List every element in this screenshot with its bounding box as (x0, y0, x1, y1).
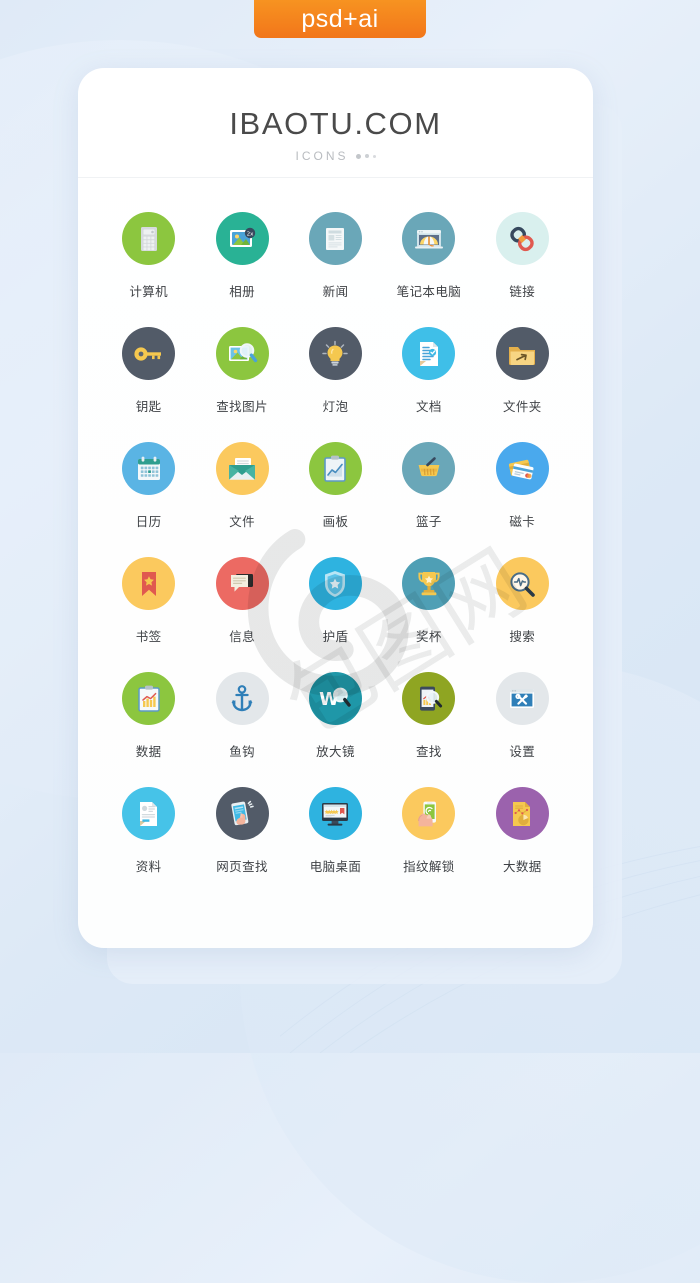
icon-item-key[interactable]: 钥匙 (102, 327, 195, 442)
icon-label: 设置 (509, 744, 536, 759)
icon-label: 鱼钩 (229, 744, 255, 759)
icon-item-document[interactable]: 文档 (382, 327, 475, 442)
icon-item-shield[interactable]: 护盾 (289, 557, 382, 672)
lightbulb-icon (308, 327, 362, 380)
page-subtitle: ICONS (78, 149, 593, 163)
icon-label: 信息 (229, 629, 255, 644)
image-search-icon (215, 327, 269, 380)
icon-label: 数据 (135, 744, 162, 759)
icon-label: 日历 (135, 514, 162, 529)
magnifier-w-icon: W (308, 672, 362, 725)
link-icon (495, 212, 549, 265)
icon-label: 指纹解锁 (403, 859, 455, 874)
icon-label: 计算机 (129, 284, 169, 299)
calendar-icon (122, 442, 176, 495)
magnetic-card-icon (495, 442, 549, 495)
icon-item-basket[interactable]: 篮子 (382, 442, 475, 557)
icon-item-profile-doc[interactable]: 资料 (102, 787, 195, 902)
news-icon (308, 212, 362, 265)
icon-item-search[interactable]: 搜索 (476, 557, 569, 672)
icon-item-settings[interactable]: 设置 (476, 672, 569, 787)
icon-label: 网页查找 (216, 859, 268, 874)
folder-icon (495, 327, 549, 380)
icon-item-desktop[interactable]: 电脑桌面 (289, 787, 382, 902)
shield-icon (308, 557, 362, 610)
document-icon (402, 327, 456, 380)
icon-label: 护盾 (322, 629, 349, 644)
icon-item-fingerprint-unlock[interactable]: 指纹解锁 (382, 787, 475, 902)
icon-item-image-search[interactable]: 查找图片 (195, 327, 288, 442)
icon-item-link[interactable]: 链接 (476, 212, 569, 327)
icon-label: 新闻 (322, 284, 349, 299)
web-search-icon (215, 787, 269, 840)
icon-item-magnifier-w[interactable]: W 放大镜 (289, 672, 382, 787)
basket-icon (402, 442, 456, 495)
icon-label: 奖杯 (415, 629, 442, 644)
icon-item-data-chart[interactable]: 数据 (102, 672, 195, 787)
icon-item-message[interactable]: 信息 (195, 557, 288, 672)
icon-label: 灯泡 (322, 399, 349, 414)
search-icon (495, 557, 549, 610)
icon-item-trophy[interactable]: 奖杯 (382, 557, 475, 672)
subtitle-text: ICONS (295, 149, 349, 163)
icon-grid: 计算机 2x 相册 新闻 笔记本电脑 链接钥匙 查找图片 灯泡 文档 文件夹日历 文件 画板 篮子 磁卡书… (78, 178, 593, 902)
svg-text:2x: 2x (247, 231, 255, 237)
envelope-icon (215, 442, 269, 495)
icon-item-bookmark[interactable]: 书签 (102, 557, 195, 672)
profile-doc-icon (122, 787, 176, 840)
mobile-search-icon (402, 672, 456, 725)
icon-item-photo-album[interactable]: 2x 相册 (195, 212, 288, 327)
icon-item-laptop[interactable]: 笔记本电脑 (382, 212, 475, 327)
calculator-icon (122, 212, 176, 265)
icon-item-lightbulb[interactable]: 灯泡 (289, 327, 382, 442)
icon-item-web-search[interactable]: 网页查找 (195, 787, 288, 902)
icon-item-anchor[interactable]: 鱼钩 (195, 672, 288, 787)
icon-label: 篮子 (415, 514, 442, 529)
icon-item-calculator[interactable]: 计算机 (102, 212, 195, 327)
icon-item-envelope[interactable]: 文件 (195, 442, 288, 557)
settings-icon (495, 672, 549, 725)
icon-label: 文件 (229, 514, 255, 529)
icon-label: 文件夹 (502, 399, 542, 414)
key-icon (122, 327, 176, 380)
fingerprint-unlock-icon (402, 787, 456, 840)
icon-label: 大数据 (502, 859, 542, 874)
icon-item-calendar[interactable]: 日历 (102, 442, 195, 557)
icon-item-mobile-search[interactable]: 查找 (382, 672, 475, 787)
icon-label: 电脑桌面 (309, 859, 362, 874)
page-title: IBAOTU.COM (229, 106, 442, 141)
message-icon (215, 557, 269, 610)
anchor-icon (215, 672, 269, 725)
icon-label: 链接 (509, 284, 536, 299)
icon-label: 资料 (135, 859, 162, 874)
desktop-icon (308, 787, 362, 840)
icon-showcase-card: IBAOTU.COM ICONS 计算机 2x 相册 新闻 笔记本电脑 链接钥匙 查找图片 灯… (78, 68, 593, 948)
subtitle-dots-icon (355, 153, 376, 159)
icon-label: 相册 (229, 284, 255, 299)
icon-label: 文档 (415, 399, 442, 414)
data-chart-icon (122, 672, 176, 725)
icon-label: 查找 (415, 744, 442, 759)
trophy-icon (402, 557, 456, 610)
icon-label: 画板 (322, 514, 349, 529)
laptop-icon (402, 212, 456, 265)
psd-ai-badge: psd+ai (254, 0, 426, 38)
icon-label: 搜索 (509, 629, 536, 644)
card-header: IBAOTU.COM ICONS (78, 68, 593, 178)
photo-album-icon: 2x (215, 212, 269, 265)
icon-item-big-data[interactable]: 大数据 (476, 787, 569, 902)
icon-item-drawing-board[interactable]: 画板 (289, 442, 382, 557)
icon-item-magnetic-card[interactable]: 磁卡 (476, 442, 569, 557)
icon-item-news[interactable]: 新闻 (289, 212, 382, 327)
bookmark-icon (122, 557, 176, 610)
icon-label: 查找图片 (216, 399, 268, 414)
big-data-icon (495, 787, 549, 840)
icon-label: 钥匙 (135, 399, 162, 414)
icon-label: 磁卡 (509, 514, 536, 529)
icon-label: 笔记本电脑 (396, 284, 462, 299)
drawing-board-icon (308, 442, 362, 495)
icon-label: 书签 (135, 629, 162, 644)
icon-label: 放大镜 (316, 744, 355, 759)
icon-item-folder[interactable]: 文件夹 (476, 327, 569, 442)
